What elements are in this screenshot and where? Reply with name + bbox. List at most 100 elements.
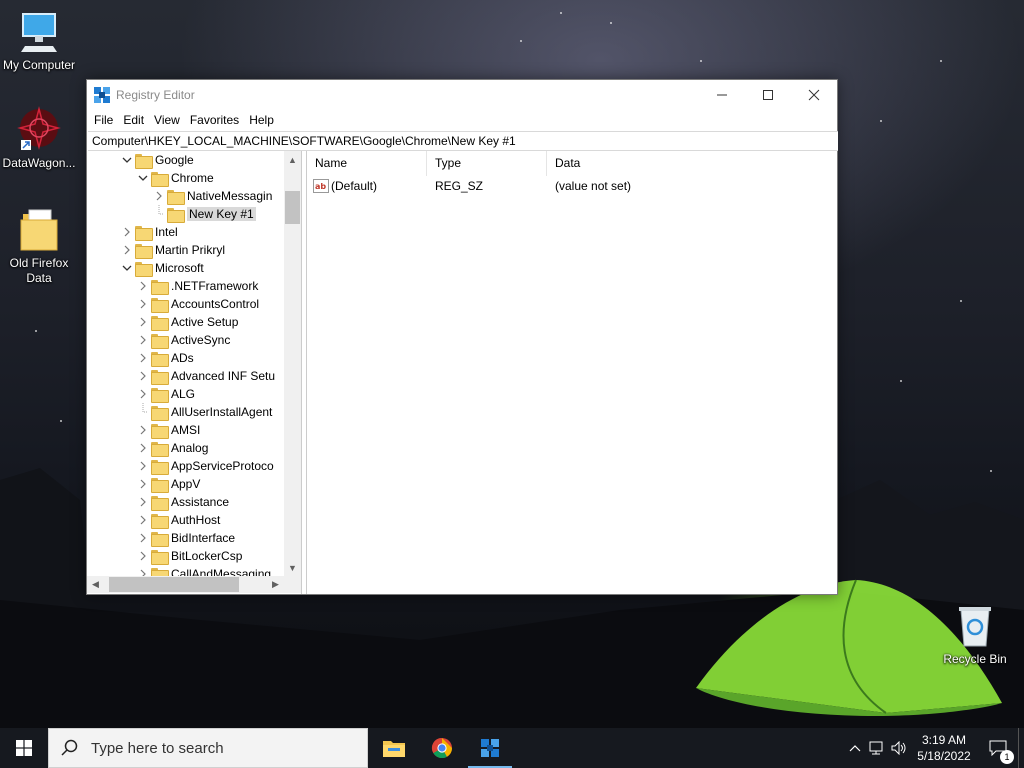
desktop-icon-my-computer[interactable]: My Computer [0,8,78,73]
chevron-right-icon[interactable] [135,493,151,511]
chevron-right-icon[interactable] [119,241,135,259]
chevron-right-icon[interactable] [119,223,135,241]
taskbar-file-explorer[interactable] [370,728,418,768]
show-desktop-button[interactable] [1018,728,1024,768]
tree-node[interactable]: AppV [135,475,200,493]
tree-vertical-scrollbar[interactable]: ▲ ▼ [284,151,301,576]
minimize-button[interactable] [699,80,745,109]
tree-node[interactable]: AMSI [135,421,200,439]
folder-icon [151,441,169,457]
tree-node[interactable]: Chrome [135,169,214,187]
chevron-right-icon[interactable] [135,475,151,493]
taskbar-chrome[interactable] [418,728,466,768]
tree-node[interactable]: ALG [135,385,195,403]
chevron-right-icon[interactable] [135,349,151,367]
chevron-right-icon[interactable] [135,547,151,565]
tree-node-label: AppServiceProtoco [171,459,274,473]
tree-node[interactable]: .NETFramework [135,277,258,295]
tree-horizontal-scrollbar[interactable]: ◀ ▶ [87,576,301,593]
address-bar[interactable]: Computer\HKEY_LOCAL_MACHINE\SOFTWARE\Goo… [88,131,838,151]
column-header-name[interactable]: Name [307,151,427,176]
tree-node[interactable]: AllUserInstallAgent [135,403,272,421]
desktop-icon-recycle-bin[interactable]: Recycle Bin [936,602,1014,667]
network-button[interactable] [866,741,888,755]
chevron-right-icon[interactable] [135,367,151,385]
values-list: Name Type Data ab (Default) REG_SZ (valu… [306,151,837,594]
chevron-down-icon[interactable] [135,169,151,187]
column-header-type[interactable]: Type [427,151,547,176]
taskbar-registry-editor[interactable] [466,728,514,768]
tree-node[interactable]: Microsoft [119,259,204,277]
scroll-down-icon[interactable]: ▼ [284,559,301,576]
chevron-right-icon[interactable] [135,313,151,331]
menu-help[interactable]: Help [244,113,279,127]
chevron-right-icon[interactable] [135,439,151,457]
chevron-right-icon[interactable] [135,457,151,475]
tree-node[interactable]: Analog [135,439,208,457]
chevron-right-icon[interactable] [135,331,151,349]
tree-node-label: BitLockerCsp [171,549,243,563]
scroll-thumb[interactable] [285,191,300,224]
tree-node[interactable]: Assistance [135,493,229,511]
desktop-icon-old-firefox-data[interactable]: Old Firefox Data [0,206,78,286]
tree-node[interactable]: BitLockerCsp [135,547,242,565]
column-header-data[interactable]: Data [547,151,833,176]
value-row[interactable]: ab (Default) REG_SZ (value not set) [307,176,837,196]
notification-badge: 1 [1000,750,1014,764]
menu-bar: File Edit View Favorites Help [87,109,837,131]
clock[interactable]: 3:19 AM 5/18/2022 [910,732,978,764]
tree-node-label: Microsoft [155,261,204,275]
menu-edit[interactable]: Edit [118,113,149,127]
show-hidden-icons-button[interactable] [844,744,866,752]
folder-icon [135,243,153,259]
scroll-thumb[interactable] [109,577,239,592]
file-explorer-icon [383,741,405,757]
tree-node[interactable]: New Key #1 [151,205,256,223]
chevron-down-icon[interactable] [119,259,135,277]
taskbar-search-box[interactable]: Type here to search [48,728,368,768]
tree-node[interactable]: AccountsControl [135,295,259,313]
tree-node[interactable]: BidInterface [135,529,235,547]
maximize-button[interactable] [745,80,791,109]
tree-node[interactable]: ADs [135,349,194,367]
menu-file[interactable]: File [89,113,118,127]
tree-line [135,403,151,421]
value-type: REG_SZ [435,179,484,193]
folder-icon [151,333,169,349]
chevron-right-icon[interactable] [135,385,151,403]
scroll-left-icon[interactable]: ◀ [87,576,104,593]
chevron-right-icon[interactable] [151,187,167,205]
chevron-right-icon[interactable] [135,421,151,439]
close-button[interactable] [791,80,837,109]
chevron-down-icon[interactable] [119,151,135,169]
action-center-button[interactable]: 1 [978,740,1018,764]
chevron-right-icon[interactable] [135,511,151,529]
folder-icon [151,351,169,367]
chevron-right-icon[interactable] [135,277,151,295]
chevron-right-icon[interactable] [135,295,151,313]
tree-node[interactable]: AppServiceProtoco [135,457,274,475]
tree-node[interactable]: Active Setup [135,313,238,331]
tree-node[interactable]: Google [119,151,194,169]
menu-view[interactable]: View [149,113,185,127]
tree-node[interactable]: AuthHost [135,511,220,529]
desktop-icon-datawagon[interactable]: DataWagon... [0,106,78,171]
tree-node[interactable]: Intel [119,223,178,241]
tree-node-label: Martin Prikryl [155,243,226,257]
tree-node[interactable]: Martin Prikryl [119,241,225,259]
folder-icon [151,297,169,313]
value-name-cell: ab (Default) [307,179,427,193]
tree-node[interactable]: ActiveSync [135,331,230,349]
title-bar[interactable]: Registry Editor [87,80,837,109]
tree-node[interactable]: NativeMessagin [151,187,272,205]
start-button[interactable] [0,728,48,768]
chevron-right-icon[interactable] [135,529,151,547]
tree-node-label: Chrome [171,171,214,185]
menu-favorites[interactable]: Favorites [185,113,244,127]
scroll-right-icon[interactable]: ▶ [267,576,284,593]
window-title: Registry Editor [116,87,195,102]
computer-icon [15,8,63,56]
tree-node[interactable]: Advanced INF Setu [135,367,275,385]
volume-button[interactable] [888,741,910,755]
scroll-up-icon[interactable]: ▲ [284,151,301,168]
